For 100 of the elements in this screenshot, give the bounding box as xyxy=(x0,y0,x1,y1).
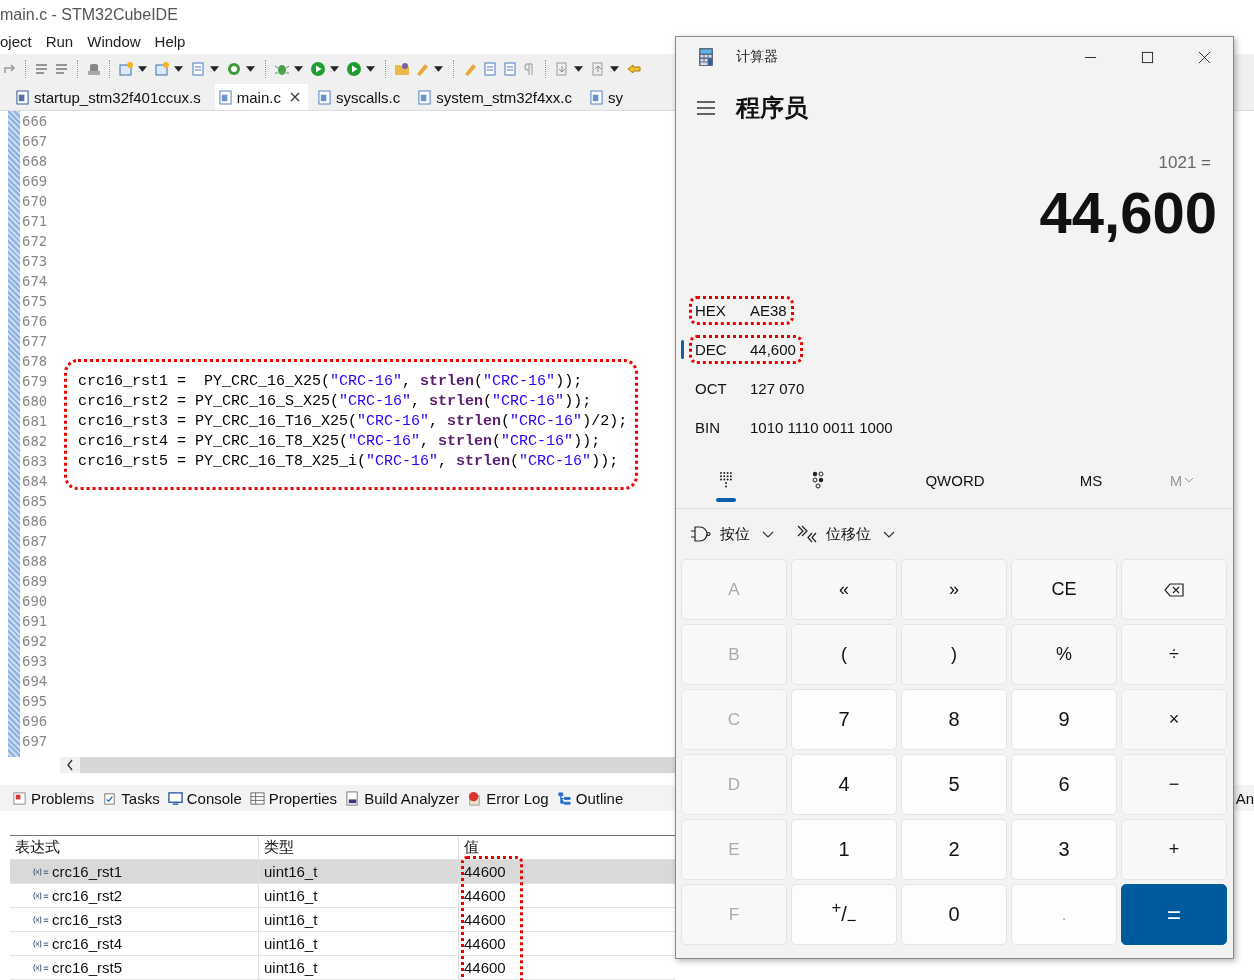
menu-icon[interactable] xyxy=(696,101,716,115)
panel-tab[interactable]: Outline xyxy=(556,789,624,807)
table-row[interactable]: crc16_rst2 uint16_t 44600 xyxy=(10,884,675,908)
shift-icon xyxy=(796,525,818,543)
table-icon xyxy=(249,790,265,806)
caret-icon[interactable] xyxy=(574,65,583,72)
column-header[interactable]: 表达式 xyxy=(10,836,259,859)
close-icon[interactable] xyxy=(289,92,300,103)
caret-icon[interactable] xyxy=(330,65,339,72)
toggle-button[interactable]: QWORD xyxy=(860,452,1050,508)
key-button[interactable]: ( xyxy=(791,624,897,685)
panel-tab[interactable]: Properties xyxy=(249,789,338,807)
line-number: 694 xyxy=(21,673,49,690)
line-number: 666 xyxy=(21,113,49,130)
line-number: 687 xyxy=(21,533,49,550)
column-header[interactable]: 类型 xyxy=(259,836,459,859)
menu-item[interactable]: Help xyxy=(154,33,186,51)
caret-icon[interactable] xyxy=(210,65,219,72)
table-row[interactable]: crc16_rst3 uint16_t 44600 xyxy=(10,908,675,932)
menu-item[interactable]: Window xyxy=(87,33,141,51)
key-button[interactable]: 7 xyxy=(791,689,897,750)
table-row[interactable]: crc16_rst4 uint16_t 44600 xyxy=(10,932,675,956)
folder-icon[interactable] xyxy=(394,60,410,77)
radix-row[interactable]: HEX AE38 xyxy=(689,296,794,325)
key-button[interactable]: 6 xyxy=(1011,754,1117,815)
key-button[interactable]: ÷ xyxy=(1121,624,1227,685)
table-row[interactable]: crc16_rst1 uint16_t 44600 xyxy=(10,860,675,884)
panel-tab[interactable]: Tasks xyxy=(102,789,160,807)
key-button[interactable]: 2 xyxy=(901,819,1007,880)
editor-tab[interactable]: system_stm32f4xx.c xyxy=(414,84,580,111)
refresh-icon[interactable] xyxy=(226,60,242,77)
panel-tab[interactable]: Problems xyxy=(12,789,95,807)
key-button[interactable]: $^{+}$/$_{−}$ xyxy=(791,884,897,945)
key-button[interactable]: 0 xyxy=(901,884,1007,945)
key-button[interactable]: + xyxy=(1121,819,1227,880)
line-number: 667 xyxy=(21,133,49,150)
radix-row[interactable]: DEC 44,600 xyxy=(689,335,803,364)
chevron-down-icon xyxy=(762,530,774,538)
scroll-left-icon[interactable] xyxy=(66,759,74,772)
key-button[interactable]: − xyxy=(1121,754,1227,815)
variable-icon xyxy=(32,962,50,973)
caret-icon[interactable] xyxy=(246,65,255,72)
key-button[interactable]: ) xyxy=(901,624,1007,685)
key-button[interactable]: × xyxy=(1121,689,1227,750)
close-icon[interactable] xyxy=(1198,50,1211,64)
line-number: 693 xyxy=(21,653,49,670)
dropdown-button[interactable]: 按位 xyxy=(690,524,774,544)
caret-icon[interactable] xyxy=(434,65,443,72)
key-button[interactable]: = xyxy=(1121,884,1227,945)
radix-row[interactable]: BIN 1010 1110 0011 1000 xyxy=(689,413,900,442)
editor-tab[interactable]: startup_stm32f401ccux.s xyxy=(12,84,209,111)
line-number: 685 xyxy=(21,493,49,510)
panel-tab[interactable]: Build Analyzer xyxy=(345,789,460,807)
panel-tab[interactable]: An xyxy=(1235,789,1254,807)
line-number: 684 xyxy=(21,473,49,490)
key-button[interactable]: » xyxy=(901,559,1007,620)
line-number: 669 xyxy=(21,173,49,190)
maximize-icon[interactable] xyxy=(1141,50,1154,64)
panel-tab[interactable]: Console xyxy=(167,789,242,807)
table-row[interactable]: crc16_rst5 uint16_t 44600 xyxy=(10,956,675,980)
scrollbar[interactable] xyxy=(60,757,675,774)
caret-icon[interactable] xyxy=(174,65,183,72)
tree-icon xyxy=(556,790,572,806)
chevron-down-icon xyxy=(1184,477,1195,483)
key-button[interactable]: CE xyxy=(1011,559,1117,620)
dropdown-button[interactable]: 位移位 xyxy=(796,524,895,544)
key-button[interactable]: % xyxy=(1011,624,1117,685)
menu-item[interactable]: Run xyxy=(45,33,74,51)
table-cell-text: 44600 xyxy=(463,958,507,978)
caret-icon[interactable] xyxy=(138,65,147,72)
editor-tab[interactable]: syscalls.c xyxy=(313,84,409,111)
variable-icon xyxy=(32,938,50,949)
window-title: main.c - STM32CubeIDE xyxy=(0,5,178,24)
page-icon[interactable] xyxy=(482,60,498,77)
calculator-icon xyxy=(698,47,714,67)
editor-tab[interactable]: sy xyxy=(586,84,631,111)
keypad-icon xyxy=(719,471,733,489)
key-button[interactable]: 9 xyxy=(1011,689,1117,750)
column-header[interactable]: 值 xyxy=(459,836,675,859)
key-button[interactable]: 1 xyxy=(791,819,897,880)
key-button[interactable]: 5 xyxy=(901,754,1007,815)
line-number: 678 xyxy=(21,353,49,370)
page-icon[interactable] xyxy=(502,60,518,77)
line-number: 668 xyxy=(21,153,49,170)
menu-item[interactable]: oject xyxy=(0,33,32,51)
caret-icon[interactable] xyxy=(366,65,375,72)
key-button[interactable]: « xyxy=(791,559,897,620)
key-button[interactable]: 8 xyxy=(901,689,1007,750)
file-icon xyxy=(418,89,432,105)
toggle-button[interactable]: MS xyxy=(1050,452,1132,508)
radix-row[interactable]: OCT 127 070 xyxy=(689,374,812,403)
code-line: crc16_rst5 = PY_CRC_16_T8_X25_i("CRC-16", strlen("CRC-16")); xyxy=(78,452,619,470)
table-cell: crc16_rst4 xyxy=(10,932,259,955)
panel-tab[interactable]: Error Log xyxy=(467,789,549,807)
editor-tab[interactable]: main.c xyxy=(214,84,308,111)
caret-icon[interactable] xyxy=(610,65,619,72)
key-button[interactable]: 4 xyxy=(791,754,897,815)
table-cell-text: 44600 xyxy=(463,862,507,882)
key-button[interactable]: 3 xyxy=(1011,819,1117,880)
caret-icon[interactable] xyxy=(294,65,303,72)
